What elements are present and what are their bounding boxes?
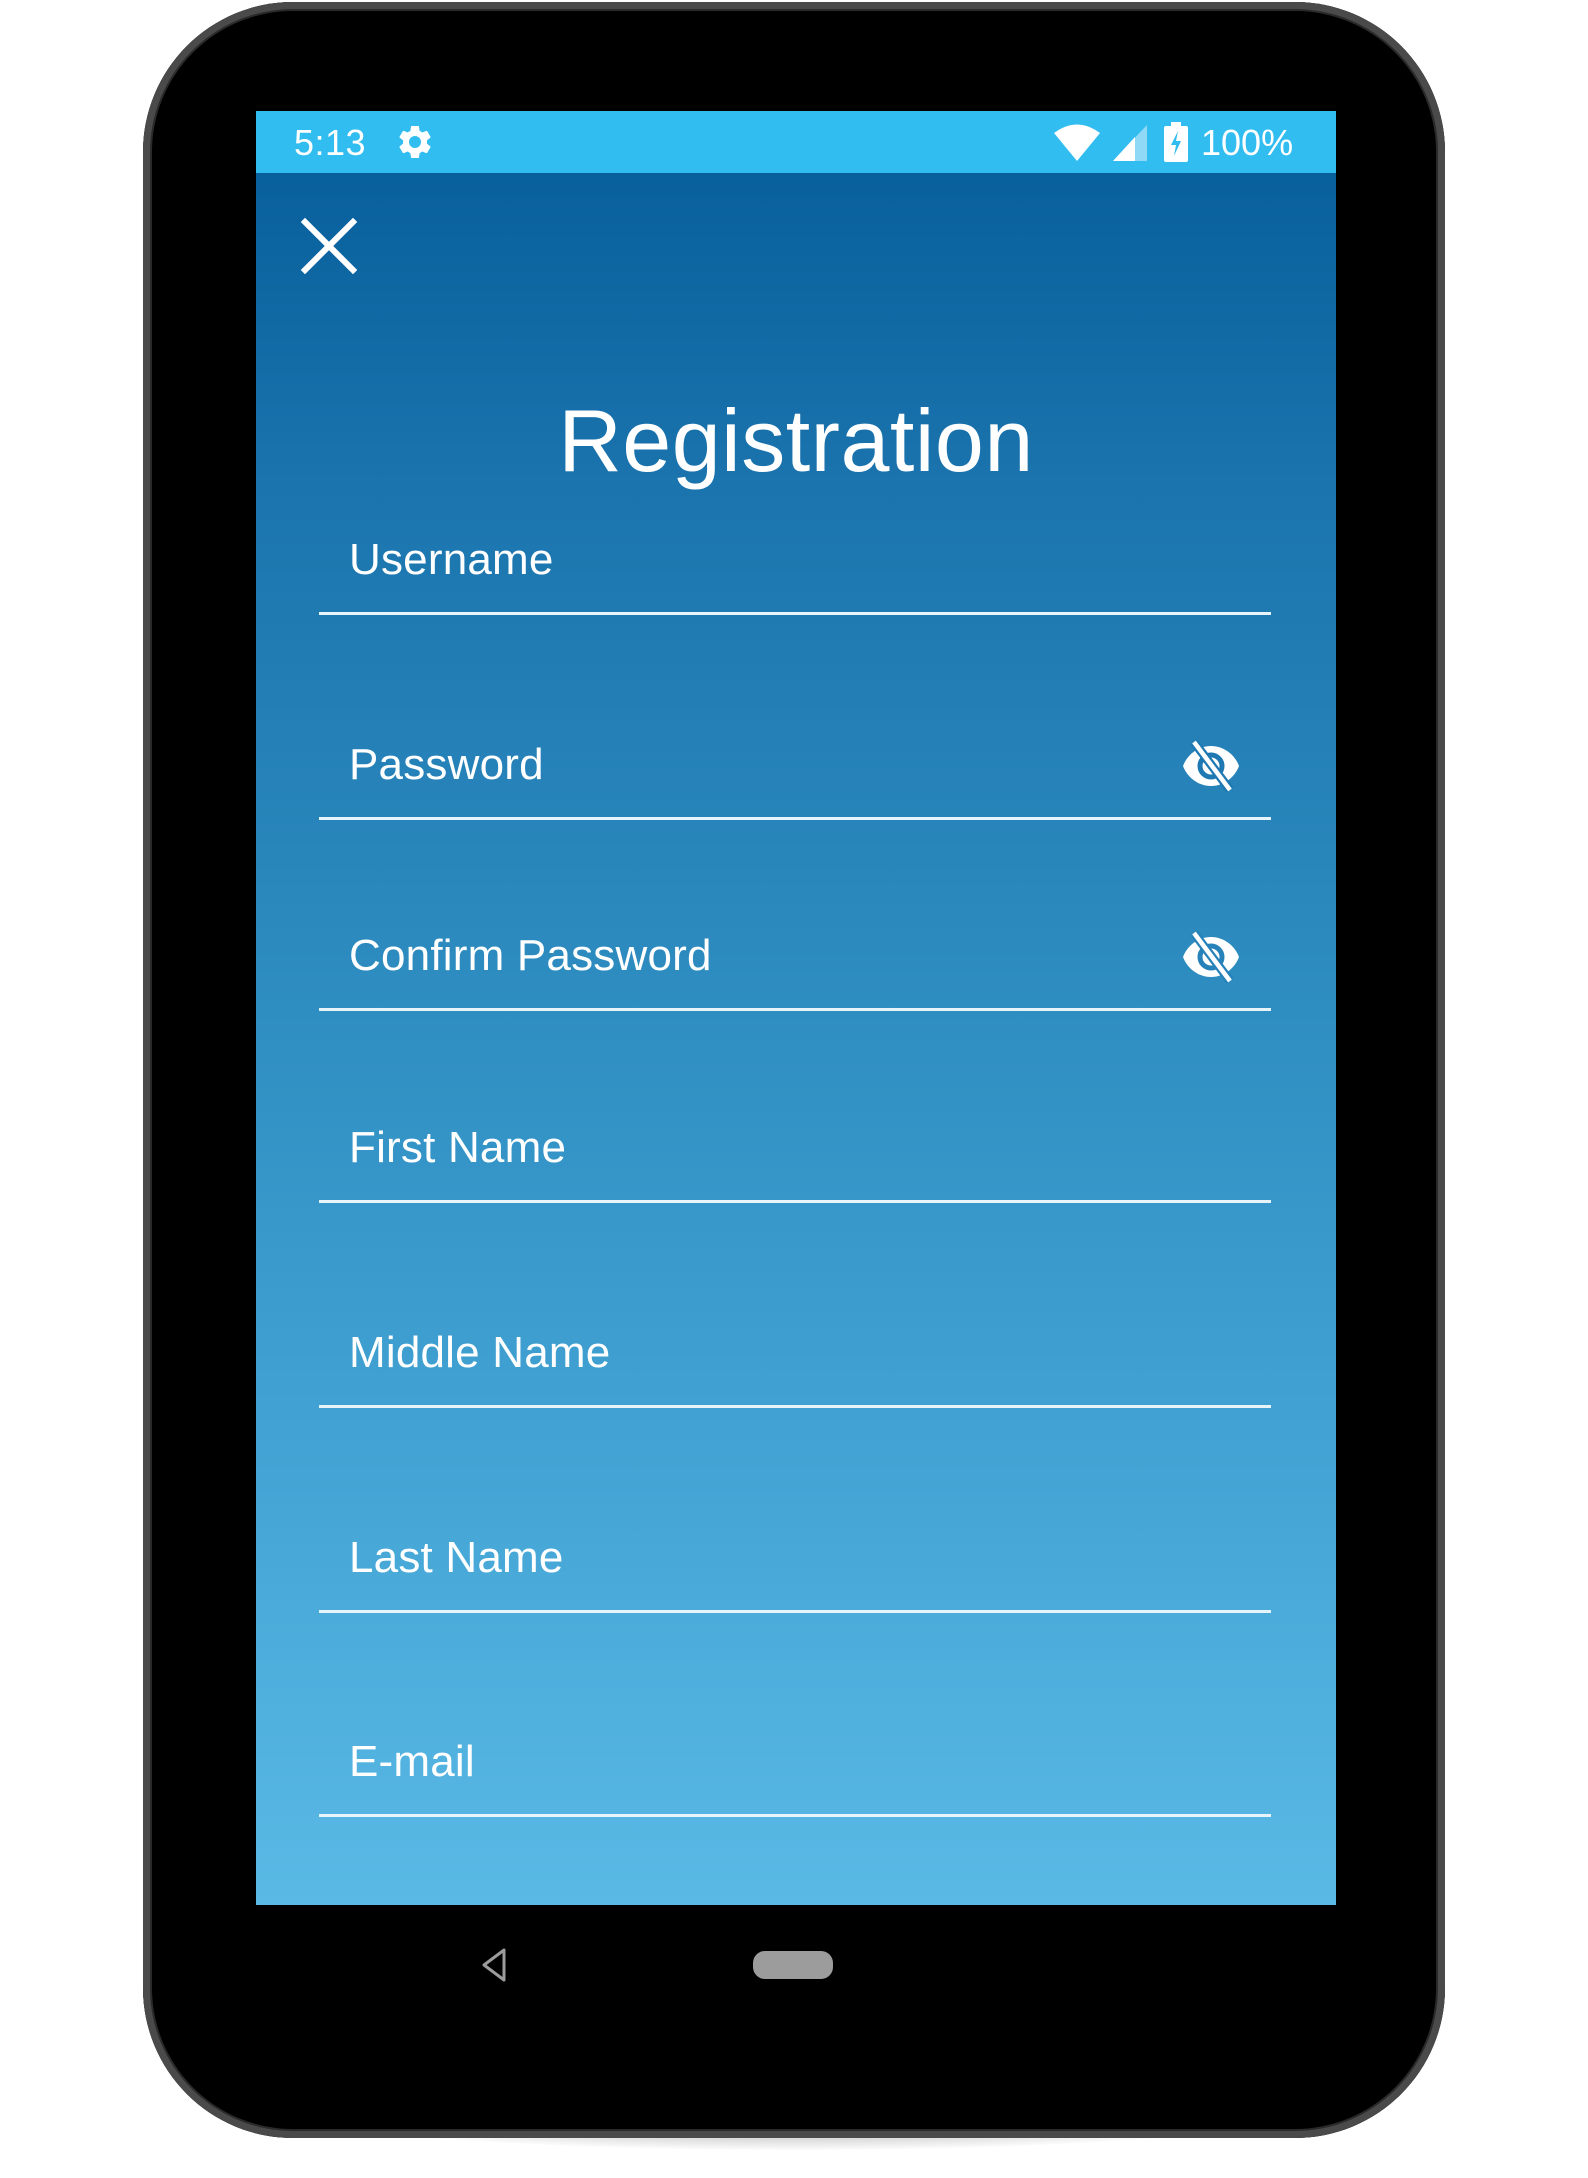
visibility-off-icon[interactable] [1181, 931, 1241, 983]
first-name-label: First Name [349, 1123, 567, 1172]
cellular-signal-icon [1113, 125, 1147, 161]
home-button[interactable] [753, 1951, 833, 1979]
wifi-icon [1054, 124, 1100, 161]
username-label: Username [349, 535, 554, 584]
battery-charging-icon [1164, 122, 1188, 162]
status-time: 5:13 [294, 122, 367, 163]
gear-icon [399, 125, 431, 158]
field-underline [319, 1008, 1271, 1011]
page-title: Registration [558, 390, 1034, 490]
email-label: E-mail [349, 1737, 475, 1786]
middle-name-label: Middle Name [349, 1328, 611, 1377]
username-field[interactable]: Username [319, 505, 1271, 615]
password-label: Password [349, 740, 544, 789]
field-underline [319, 1200, 1271, 1203]
last-name-field[interactable]: Last Name [319, 1503, 1271, 1613]
last-name-label: Last Name [349, 1533, 564, 1582]
visibility-off-icon[interactable] [1181, 740, 1241, 792]
back-icon[interactable] [480, 1948, 508, 1982]
battery-percent: 100% [1201, 122, 1294, 163]
first-name-field[interactable]: First Name [319, 1093, 1271, 1203]
email-field[interactable]: E-mail [319, 1707, 1271, 1817]
confirm-password-label: Confirm Password [349, 931, 712, 980]
middle-name-field[interactable]: Middle Name [319, 1298, 1271, 1408]
status-bar: 5:13 100% [256, 111, 1336, 173]
field-underline [319, 612, 1271, 615]
password-field[interactable]: Password [319, 710, 1271, 820]
confirm-password-field[interactable]: Confirm Password [319, 901, 1271, 1011]
app-screen: 5:13 100% Registration Username Password [256, 111, 1336, 1905]
field-underline [319, 817, 1271, 820]
close-icon[interactable] [300, 217, 358, 275]
field-underline [319, 1814, 1271, 1817]
field-underline [319, 1610, 1271, 1613]
field-underline [319, 1405, 1271, 1408]
